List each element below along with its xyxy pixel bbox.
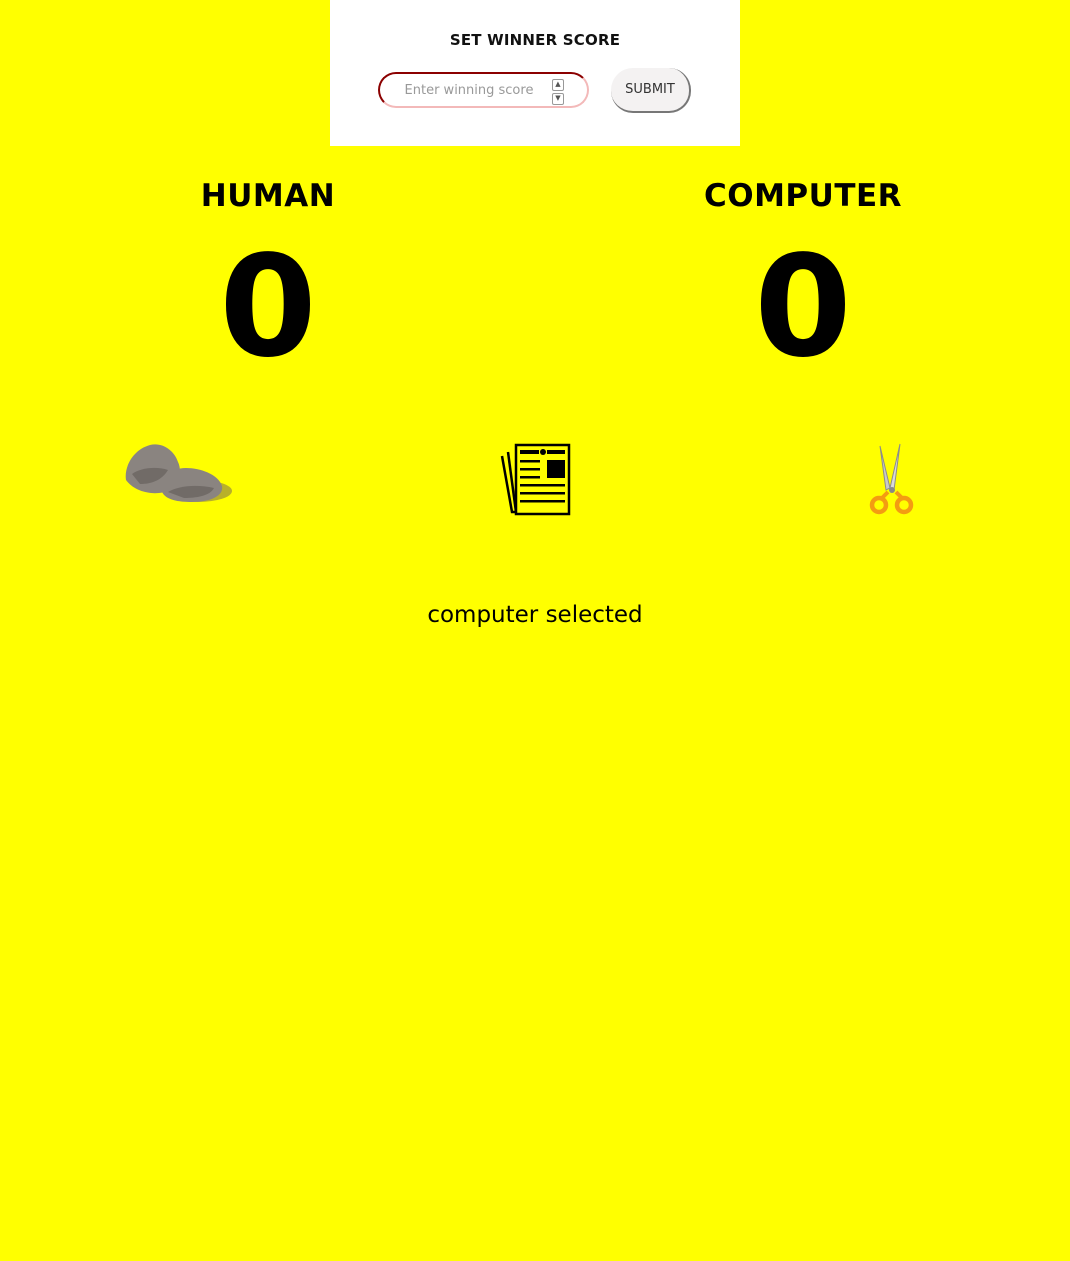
computer-label: COMPUTER (703, 178, 903, 214)
computer-score: 0 (754, 226, 852, 389)
human-label: HUMAN (200, 178, 336, 214)
scissors-icon (869, 443, 914, 515)
stepper-up-icon[interactable]: ▲ (552, 79, 564, 91)
score-stepper[interactable]: ▲ ▼ (552, 79, 564, 105)
submit-button[interactable]: SUBMIT (611, 68, 691, 113)
winner-score-panel: SET WINNER SCORE ▲ ▼ SUBMIT (330, 0, 740, 146)
scissors-choice-button[interactable] (866, 440, 918, 518)
winning-score-input[interactable] (394, 78, 544, 102)
rock-icon (125, 444, 232, 502)
human-score: 0 (219, 226, 317, 389)
status-message: computer selected (427, 602, 643, 628)
paper-choice-button[interactable] (498, 442, 574, 518)
stepper-down-icon[interactable]: ▼ (552, 93, 564, 105)
panel-title: SET WINNER SCORE (449, 31, 621, 49)
rock-choice-button[interactable] (122, 440, 234, 506)
paper-icon (500, 443, 571, 516)
winning-score-field[interactable]: ▲ ▼ (378, 72, 589, 108)
